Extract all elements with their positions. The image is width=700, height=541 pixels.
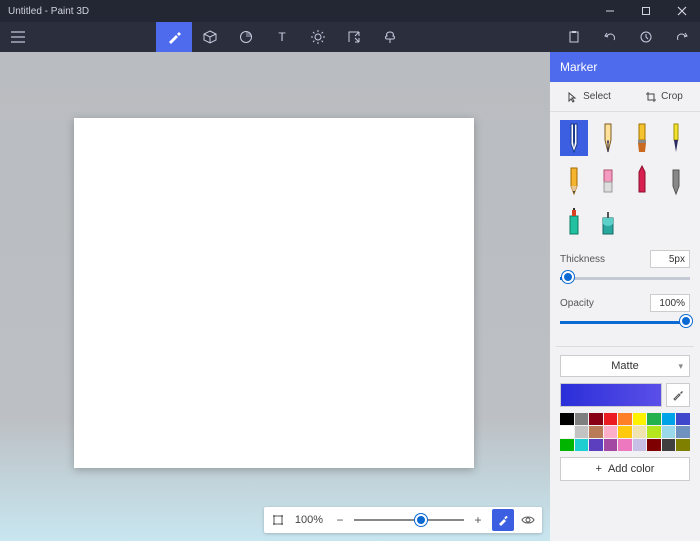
- brush-calligraphy-pen[interactable]: [594, 120, 622, 156]
- palette-color[interactable]: [560, 426, 574, 438]
- zoom-slider[interactable]: [354, 519, 464, 521]
- zoom-value: 100%: [292, 514, 326, 526]
- select-label: Select: [583, 91, 611, 102]
- palette-color[interactable]: [662, 413, 676, 425]
- palette-color[interactable]: [676, 426, 690, 438]
- maximize-button[interactable]: [628, 0, 664, 22]
- plus-icon: +: [596, 463, 602, 475]
- brush-oil-brush[interactable]: [628, 120, 656, 156]
- palette-color[interactable]: [647, 439, 661, 451]
- palette-color[interactable]: [589, 426, 603, 438]
- palette-color[interactable]: [618, 413, 632, 425]
- add-color-button[interactable]: + Add color: [560, 457, 690, 481]
- tool-brushes[interactable]: [156, 22, 192, 52]
- select-tool[interactable]: Select: [567, 91, 611, 103]
- palette-color[interactable]: [662, 426, 676, 438]
- svg-text:T: T: [278, 30, 286, 44]
- window-title: Untitled - Paint 3D: [8, 6, 592, 17]
- brush-pixel-pen[interactable]: [662, 162, 690, 198]
- palette-color[interactable]: [575, 413, 589, 425]
- chevron-down-icon: ▾: [678, 361, 683, 372]
- material-label: Matte: [611, 360, 639, 372]
- tool-stickers[interactable]: [228, 22, 264, 52]
- palette-color[interactable]: [604, 439, 618, 451]
- palette-color[interactable]: [589, 439, 603, 451]
- tool-text[interactable]: T: [264, 22, 300, 52]
- crop-tool[interactable]: Crop: [645, 91, 683, 103]
- redo-button[interactable]: [664, 22, 700, 52]
- tool-3d-shapes[interactable]: [192, 22, 228, 52]
- thickness-slider[interactable]: [560, 272, 690, 286]
- opacity-label: Opacity: [560, 298, 594, 309]
- palette-color[interactable]: [633, 413, 647, 425]
- brush-watercolor[interactable]: [662, 120, 690, 156]
- brush-eraser[interactable]: [594, 162, 622, 198]
- brush-grid: [550, 112, 700, 244]
- thickness-label: Thickness: [560, 254, 605, 265]
- brush-marker[interactable]: [560, 120, 588, 156]
- side-panel: Marker Select Crop: [550, 52, 700, 541]
- zoom-in-button[interactable]: +: [468, 510, 488, 530]
- tool-canvas[interactable]: [336, 22, 372, 52]
- crop-label: Crop: [661, 91, 683, 102]
- brush-fill[interactable]: [594, 204, 622, 240]
- palette-color[interactable]: [647, 426, 661, 438]
- material-select[interactable]: Matte ▾: [560, 355, 690, 377]
- palette-color[interactable]: [676, 439, 690, 451]
- paste-button[interactable]: [556, 22, 592, 52]
- current-color-row: [560, 383, 690, 407]
- canvas-viewport[interactable]: 100% − +: [0, 52, 550, 541]
- palette-color[interactable]: [589, 413, 603, 425]
- palette-color[interactable]: [575, 426, 589, 438]
- palette-color[interactable]: [618, 439, 632, 451]
- fit-to-screen-icon[interactable]: [268, 510, 288, 530]
- app-window: Untitled - Paint 3D T: [0, 0, 700, 541]
- palette-color[interactable]: [618, 426, 632, 438]
- tool-effects[interactable]: [300, 22, 336, 52]
- palette-color[interactable]: [560, 439, 574, 451]
- thickness-value[interactable]: 5px: [650, 250, 690, 268]
- palette-color[interactable]: [662, 439, 676, 451]
- palette-color[interactable]: [633, 439, 647, 451]
- opacity-slider[interactable]: [560, 316, 690, 330]
- canvas[interactable]: [74, 118, 474, 468]
- opacity-value[interactable]: 100%: [650, 294, 690, 312]
- color-palette: [560, 413, 690, 451]
- brush-crayon[interactable]: [628, 162, 656, 198]
- thickness-section: Thickness 5px: [550, 244, 700, 288]
- tool-3d-library[interactable]: [372, 22, 408, 52]
- add-color-label: Add color: [608, 463, 654, 475]
- history-button[interactable]: [628, 22, 664, 52]
- current-color-swatch[interactable]: [560, 383, 662, 407]
- select-crop-row: Select Crop: [550, 82, 700, 112]
- brush-spray-can[interactable]: [560, 204, 588, 240]
- palette-color[interactable]: [604, 413, 618, 425]
- view-3d-button[interactable]: [518, 510, 538, 530]
- panel-title: Marker: [550, 52, 700, 82]
- palette-color[interactable]: [575, 439, 589, 451]
- palette-color[interactable]: [604, 426, 618, 438]
- palette-color[interactable]: [560, 413, 574, 425]
- main-area: 100% − + Marker Select: [0, 52, 700, 541]
- palette-color[interactable]: [647, 413, 661, 425]
- eyedropper-button[interactable]: [666, 383, 690, 407]
- titlebar: Untitled - Paint 3D: [0, 0, 700, 22]
- brush-pencil[interactable]: [560, 162, 588, 198]
- zoom-bar: 100% − +: [264, 507, 542, 533]
- top-toolbar: T: [0, 22, 700, 52]
- opacity-section: Opacity 100%: [550, 288, 700, 332]
- undo-button[interactable]: [592, 22, 628, 52]
- close-button[interactable]: [664, 0, 700, 22]
- menu-button[interactable]: [0, 31, 36, 43]
- minimize-button[interactable]: [592, 0, 628, 22]
- palette-color[interactable]: [633, 426, 647, 438]
- palette-color[interactable]: [676, 413, 690, 425]
- zoom-mode-button[interactable]: [492, 509, 514, 531]
- zoom-out-button[interactable]: −: [330, 510, 350, 530]
